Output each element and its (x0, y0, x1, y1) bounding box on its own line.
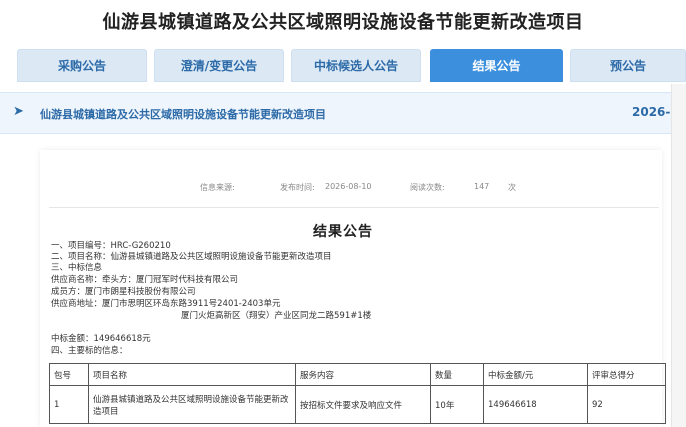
project-number: 一、项目编号：HRC-G260210 (51, 241, 171, 251)
views-unit: 次 (508, 183, 516, 192)
header-package-no: 包号 (49, 363, 89, 386)
main-subject-heading: 四、主要标的信息： (51, 346, 128, 356)
supplier-address: 供应商地址：厦门市思明区环岛东路3911号2401-2403单元 (51, 299, 281, 309)
tab-bar: 采购公告 澄清/变更公告 中标候选人公告 结果公告 预公告 (17, 49, 686, 82)
tab-pre-notice[interactable]: 预公告 (570, 49, 686, 82)
cell-quantity: 10年 (430, 385, 484, 424)
cell-service-content: 按招标文件要求及响应文件 (295, 385, 431, 424)
header-project-name: 项目名称 (88, 363, 296, 386)
scrollbar[interactable] (671, 84, 686, 427)
header-quantity: 数量 (430, 363, 484, 386)
page-title: 仙游县城镇道路及公共区域照明设施设备节能更新改造项目 (102, 12, 584, 33)
info-bar-title[interactable]: 仙游县城镇道路及公共区域照明设施设备节能更新改造项目 (40, 106, 326, 122)
arrow-right-icon: ➤ (13, 104, 24, 119)
cell-project-name: 仙游县城镇道路及公共区域照明设施设备节能更新改造项目 (88, 385, 296, 424)
notice-heading: 结果公告 (313, 224, 373, 240)
cell-package-no: 1 (49, 385, 89, 424)
award-amount: 中标金额：149646618元 (51, 334, 151, 344)
table-header-row: 包号 项目名称 服务内容 数量 中标金额/元 评审总得分 (49, 363, 666, 386)
table-row: 1 仙游县城镇道路及公共区域照明设施设备节能更新改造项目 按招标文件要求及响应文… (49, 385, 666, 424)
project-name: 二、项目名称：仙游县城镇道路及公共区域照明设施设备节能更新改造项目 (51, 252, 332, 262)
tab-clarification-notice[interactable]: 澄清/变更公告 (154, 49, 284, 82)
header-score: 评审总得分 (587, 363, 666, 386)
tab-procurement-notice[interactable]: 采购公告 (17, 49, 147, 82)
info-bar: ➤ 仙游县城镇道路及公共区域照明设施设备节能更新改造项目 2026-0 (0, 92, 686, 134)
cell-award-amount: 149646618 (483, 385, 588, 424)
tab-result-notice[interactable]: 结果公告 (430, 49, 563, 82)
award-table: 包号 项目名称 服务内容 数量 中标金额/元 评审总得分 1 仙游县城镇道路及公… (49, 363, 666, 424)
views-count: 147 (474, 182, 490, 191)
publish-label: 发布时间: (280, 183, 315, 192)
supplier-name: 供应商名称：牵头方：厦门冠军时代科技有限公司 (51, 275, 239, 285)
supplier-address-2: 厦门火炬高新区（翔安）产业区同龙二路591#1楼 (181, 311, 372, 321)
tab-candidate-notice[interactable]: 中标候选人公告 (291, 49, 421, 82)
supplier-member: 成员方：厦门市朗星科技股份有限公司 (51, 287, 196, 297)
meta-divider (49, 207, 659, 208)
source-label: 信息来源: (200, 183, 235, 192)
cell-score: 92 (587, 385, 666, 424)
award-info-heading: 三、中标信息 (51, 263, 103, 273)
views-label: 阅读次数: (410, 183, 445, 192)
header-service-content: 服务内容 (295, 363, 431, 386)
header-award-amount: 中标金额/元 (483, 363, 588, 386)
publish-time: 2026-08-10 (325, 182, 372, 191)
